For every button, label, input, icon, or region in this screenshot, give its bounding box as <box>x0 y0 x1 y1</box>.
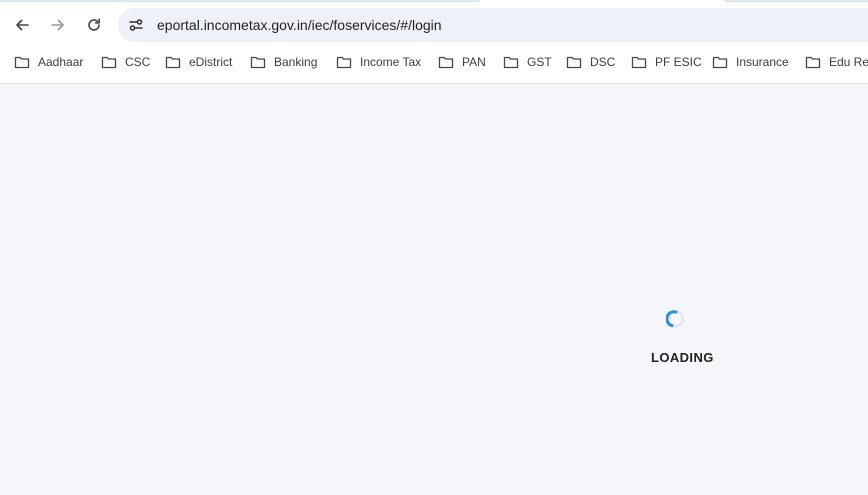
bookmark-folder-edistrict[interactable]: eDistrict <box>165 50 232 74</box>
bookmark-label: DSC <box>590 55 616 69</box>
folder-icon <box>566 56 582 69</box>
bookmark-folder-edu-rec[interactable]: Edu Rec <box>805 50 868 74</box>
url-text[interactable]: eportal.incometax.gov.in/iec/foservices/… <box>157 17 442 33</box>
reload-icon <box>88 18 100 31</box>
folder-icon <box>336 56 352 69</box>
bookmark-label: PAN <box>462 55 486 69</box>
forward-button[interactable] <box>42 9 74 41</box>
bookmark-folder-aadhaar[interactable]: Aadhaar <box>14 50 83 74</box>
folder-icon <box>101 56 117 69</box>
arrow-left-icon <box>16 19 29 31</box>
folder-icon <box>503 56 519 69</box>
bookmarks-bar: Aadhaar CSC eDistrict Banking Income Tax… <box>0 50 868 74</box>
arrow-right-icon <box>51 19 64 31</box>
bookmark-folder-insurance[interactable]: Insurance <box>712 50 789 74</box>
back-button[interactable] <box>6 9 38 41</box>
bookmark-folder-pf-esic[interactable]: PF ESIC <box>631 50 702 74</box>
bookmark-label: GST <box>527 55 552 69</box>
bookmark-folder-gst[interactable]: GST <box>503 50 552 74</box>
bookmark-label: Banking <box>274 55 318 69</box>
bookmark-label: CSC <box>125 55 151 69</box>
loading-label: LOADING <box>651 350 714 365</box>
bookmark-folder-dsc[interactable]: DSC <box>566 50 615 74</box>
bookmark-label: eDistrict <box>189 55 233 69</box>
bookmark-folder-banking[interactable]: Banking <box>250 50 317 74</box>
folder-icon <box>438 56 454 69</box>
browser-chrome: eportal.incometax.gov.in/iec/foservices/… <box>0 0 868 84</box>
page-content: LOADING <box>0 84 868 495</box>
tab-strip-edge <box>725 0 868 2</box>
reload-button[interactable] <box>78 9 110 41</box>
folder-icon <box>712 56 728 69</box>
bookmark-label: Insurance <box>736 55 789 69</box>
folder-icon <box>14 56 30 69</box>
bookmark-label: PF ESIC <box>655 55 702 69</box>
tab-strip-edge <box>0 0 480 2</box>
site-info-button[interactable] <box>124 13 148 37</box>
folder-icon <box>250 56 266 69</box>
folder-icon <box>805 56 821 69</box>
bookmark-label: Income Tax <box>360 55 422 69</box>
site-settings-icon <box>129 19 143 31</box>
bookmark-folder-income-tax[interactable]: Income Tax <box>336 50 421 74</box>
bookmark-label: Edu Rec <box>829 55 868 69</box>
browser-toolbar: eportal.incometax.gov.in/iec/foservices/… <box>0 6 868 44</box>
loading-spinner-icon <box>666 310 685 328</box>
bookmark-folder-pan[interactable]: PAN <box>438 50 486 74</box>
bookmark-folder-csc[interactable]: CSC <box>101 50 150 74</box>
bookmark-label: Aadhaar <box>38 55 84 69</box>
address-bar[interactable]: eportal.incometax.gov.in/iec/foservices/… <box>118 8 868 42</box>
folder-icon <box>631 56 647 69</box>
folder-icon <box>165 56 181 69</box>
